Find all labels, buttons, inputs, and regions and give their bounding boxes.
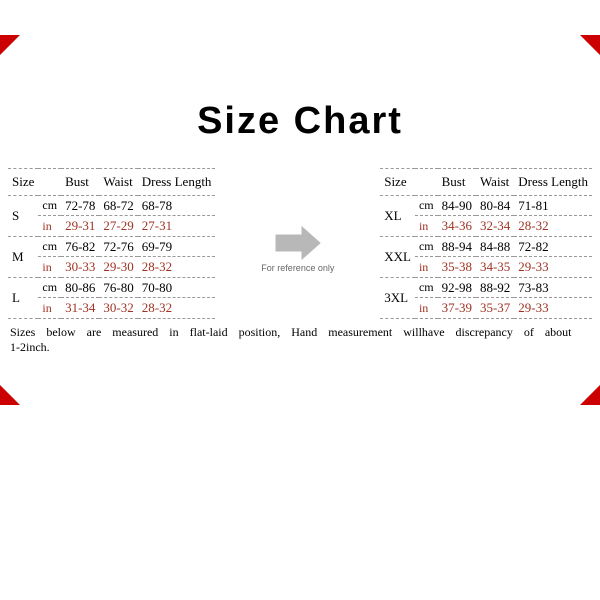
unit-cm: cm xyxy=(38,195,61,216)
size-label: L xyxy=(8,277,38,318)
length-in: 28-32 xyxy=(138,257,216,278)
unit-in: in xyxy=(38,257,61,278)
arrow-note: For reference only xyxy=(261,263,334,273)
length-cm: 73-83 xyxy=(514,277,592,298)
length-cm: 68-78 xyxy=(138,195,216,216)
col-bust: Bust xyxy=(438,169,476,196)
size-label: XXL xyxy=(380,236,415,277)
waist-in: 34-35 xyxy=(476,257,514,278)
unit-in: in xyxy=(415,298,438,319)
bust-cm: 84-90 xyxy=(438,195,476,216)
bust-cm: 92-98 xyxy=(438,277,476,298)
unit-in: in xyxy=(415,257,438,278)
waist-cm: 72-76 xyxy=(99,236,137,257)
corner-decor-br xyxy=(580,385,600,405)
bust-in: 30-33 xyxy=(61,257,99,278)
col-waist: Waist xyxy=(476,169,514,196)
table-row: XL cm 84-90 80-84 71-81 xyxy=(380,195,592,216)
waist-in: 30-32 xyxy=(99,298,137,319)
size-label: XL xyxy=(380,195,415,236)
length-cm: 69-79 xyxy=(138,236,216,257)
col-size: Size xyxy=(380,169,415,196)
table-row: 3XL cm 92-98 88-92 73-83 xyxy=(380,277,592,298)
table-row: XXL cm 88-94 84-88 72-82 xyxy=(380,236,592,257)
bust-in: 37-39 xyxy=(438,298,476,319)
unit-in: in xyxy=(415,216,438,237)
bust-in: 34-36 xyxy=(438,216,476,237)
length-in: 28-32 xyxy=(138,298,216,319)
size-label: 3XL xyxy=(380,277,415,318)
corner-decor-tr xyxy=(580,35,600,55)
waist-cm: 76-80 xyxy=(99,277,137,298)
bust-cm: 88-94 xyxy=(438,236,476,257)
col-length: Dress Length xyxy=(514,169,592,196)
length-cm: 72-82 xyxy=(514,236,592,257)
size-chart-card: Size Chart Size Bust Waist Dress Length … xyxy=(0,0,600,600)
size-table-right: Size Bust Waist Dress Length XL cm 84-90… xyxy=(380,168,592,319)
table-row: M cm 76-82 72-76 69-79 xyxy=(8,236,215,257)
table-row: S cm 72-78 68-72 68-78 xyxy=(8,195,215,216)
length-in: 27-31 xyxy=(138,216,216,237)
col-size: Size xyxy=(8,169,38,196)
table-row: in 29-31 27-29 27-31 xyxy=(8,216,215,237)
size-chart: Size Bust Waist Dress Length S cm 72-78 … xyxy=(6,168,594,319)
size-label: S xyxy=(8,195,38,236)
length-in: 29-33 xyxy=(514,257,592,278)
waist-cm: 84-88 xyxy=(476,236,514,257)
length-in: 28-32 xyxy=(514,216,592,237)
bust-in: 35-38 xyxy=(438,257,476,278)
bust-cm: 72-78 xyxy=(61,195,99,216)
size-table-left: Size Bust Waist Dress Length S cm 72-78 … xyxy=(8,168,215,319)
bust-in: 31-34 xyxy=(61,298,99,319)
bust-cm: 80-86 xyxy=(61,277,99,298)
unit-cm: cm xyxy=(415,195,438,216)
unit-cm: cm xyxy=(38,277,61,298)
length-cm: 70-80 xyxy=(138,277,216,298)
size-label: M xyxy=(8,236,38,277)
table-row: in 30-33 29-30 28-32 xyxy=(8,257,215,278)
bust-in: 29-31 xyxy=(61,216,99,237)
table-row: L cm 80-86 76-80 70-80 xyxy=(8,277,215,298)
col-length: Dress Length xyxy=(138,169,216,196)
waist-in: 27-29 xyxy=(99,216,137,237)
table-row: in 31-34 30-32 28-32 xyxy=(8,298,215,319)
corner-decor-tl xyxy=(0,35,20,55)
waist-in: 35-37 xyxy=(476,298,514,319)
waist-cm: 88-92 xyxy=(476,277,514,298)
arrow-icon: For reference only xyxy=(274,225,322,261)
unit-cm: cm xyxy=(415,277,438,298)
corner-decor-bl xyxy=(0,385,20,405)
unit-cm: cm xyxy=(415,236,438,257)
col-bust: Bust xyxy=(61,169,99,196)
length-cm: 71-81 xyxy=(514,195,592,216)
footnote: Sizes below are measured in flat-laid po… xyxy=(6,319,594,355)
waist-cm: 80-84 xyxy=(476,195,514,216)
waist-in: 32-34 xyxy=(476,216,514,237)
length-in: 29-33 xyxy=(514,298,592,319)
page-title: Size Chart xyxy=(6,100,594,143)
unit-in: in xyxy=(38,216,61,237)
waist-cm: 68-72 xyxy=(99,195,137,216)
col-waist: Waist xyxy=(99,169,137,196)
unit-in: in xyxy=(38,298,61,319)
bust-cm: 76-82 xyxy=(61,236,99,257)
unit-cm: cm xyxy=(38,236,61,257)
waist-in: 29-30 xyxy=(99,257,137,278)
